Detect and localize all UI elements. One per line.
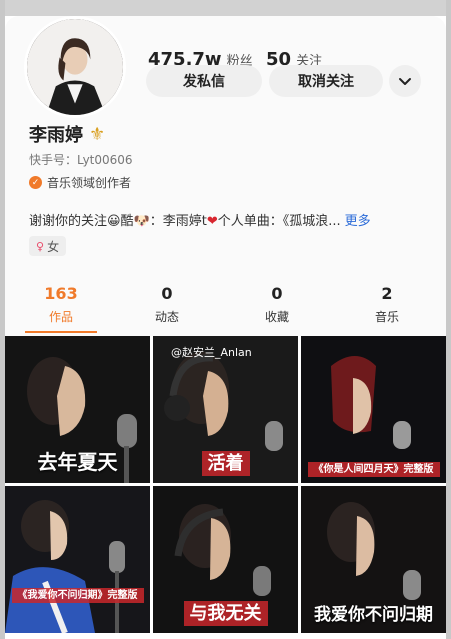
video-caption: 《我爱你不问归期》完整版 — [5, 586, 150, 603]
gender-tag: ♀ 女 — [29, 236, 67, 256]
screen-frame-right — [446, 0, 451, 639]
video-caption: 与我无关 — [153, 599, 298, 626]
profile-tabs: 163 作品 0 动态 0 收藏 2 音乐 — [5, 284, 446, 333]
video-grid: 去年夏天 @赵安兰_Anlan 活着 《你是人间四月天》完整版 《我爱你不问归期… — [5, 336, 446, 639]
video-caption: 去年夏天 — [37, 450, 118, 474]
gender-label: 女 — [47, 239, 60, 254]
tab-label: 动态 — [154, 310, 179, 324]
video-caption: 《你是人间四月天》完整版 — [301, 460, 446, 477]
video-tile[interactable]: 去年夏天 — [5, 336, 150, 483]
video-tile[interactable]: 《我爱你不问归期》完整版 — [5, 486, 150, 633]
fleur-de-lis-icon: ⚜ — [89, 123, 106, 145]
video-tile[interactable]: 《你是人间四月天》完整版 — [301, 336, 446, 483]
tab-label: 收藏 — [264, 310, 289, 324]
bio-text-2: 个人单曲：《孤城浪... — [217, 214, 341, 229]
video-caption-text: 活着 — [201, 451, 250, 476]
creator-label: 音乐领域创作者 — [47, 176, 132, 190]
active-tab-indicator — [25, 331, 97, 333]
video-caption-text: 《我爱你不问归期》完整版 — [11, 588, 144, 603]
tab-works[interactable]: 163 作品 — [21, 284, 101, 325]
video-thumbnail — [5, 486, 150, 633]
message-button[interactable]: 发私信 — [146, 65, 262, 97]
tab-count: 0 — [161, 284, 173, 303]
kuaishou-id: 快手号：Lyt00606 — [29, 153, 133, 167]
tab-label: 作品 — [48, 310, 73, 324]
video-tile[interactable]: 与我无关 — [153, 486, 298, 633]
bio-text: 谢谢你的关注😀酷🐶：李雨婷t — [29, 214, 207, 229]
video-caption-text: 与我无关 — [183, 601, 268, 626]
more-options-button[interactable] — [389, 65, 421, 97]
check-badge-icon: ✓ — [29, 176, 42, 189]
video-tile[interactable]: @赵安兰_Anlan 活着 — [153, 336, 298, 483]
video-watermark: @赵安兰_Anlan — [171, 346, 252, 359]
tab-count: 0 — [271, 284, 283, 303]
female-icon: ♀ — [36, 239, 45, 253]
video-tile[interactable]: 我爱你不问归期 — [301, 486, 446, 633]
tab-count: 163 — [44, 284, 78, 303]
video-caption: 活着 — [153, 449, 298, 476]
profile-name-row: 李雨婷 ⚜ — [29, 121, 105, 147]
avatar[interactable] — [24, 16, 126, 118]
tab-favorites[interactable]: 0 收藏 — [237, 284, 317, 325]
unfollow-button[interactable]: 取消关注 — [269, 65, 383, 97]
creator-tag: ✓ 音乐领域创作者 — [29, 174, 131, 191]
tab-moments[interactable]: 0 动态 — [127, 284, 207, 325]
profile-name: 李雨婷 — [29, 125, 83, 146]
tab-music[interactable]: 2 音乐 — [347, 284, 427, 325]
chevron-down-icon — [399, 78, 411, 85]
bio: 谢谢你的关注😀酷🐶：李雨婷t❤个人单曲：《孤城浪... 更多 — [29, 210, 424, 229]
tab-count: 2 — [381, 284, 393, 303]
video-caption: 我爱你不问归期 — [314, 605, 433, 625]
tab-label: 音乐 — [374, 310, 399, 324]
video-caption-text: 《你是人间四月天》完整版 — [307, 462, 440, 477]
header-background — [5, 0, 446, 16]
bio-more-link[interactable]: 更多 — [345, 214, 371, 229]
heart-icon: ❤ — [206, 214, 218, 229]
